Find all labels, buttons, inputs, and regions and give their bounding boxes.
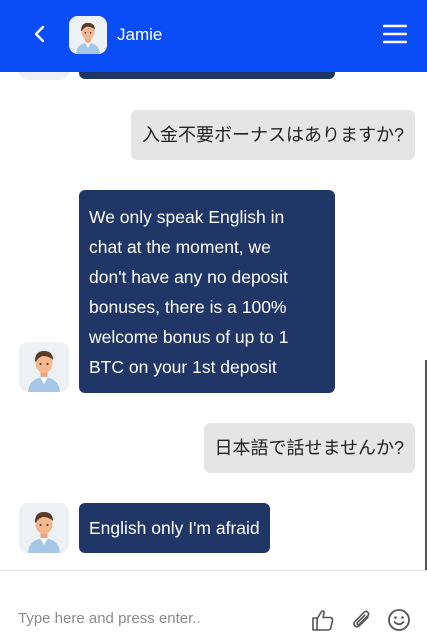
- agent-message-bubble: English only I'm afraid: [79, 503, 270, 553]
- message-line: bonuses, there is a 100%: [89, 297, 287, 317]
- message-line: English only I'm afraid: [89, 518, 260, 538]
- agent-avatar: [19, 72, 69, 80]
- agent-message-bubble: [79, 72, 335, 79]
- agent-message-bubble: We only speak English in chat at the mom…: [79, 190, 335, 393]
- user-message-bubble: 入金不要ボーナスはありますか?: [130, 110, 415, 160]
- agent-avatar: [19, 342, 69, 392]
- agent-avatar: [19, 503, 69, 553]
- message-composer: [0, 570, 427, 638]
- chevron-left-icon[interactable]: [28, 22, 52, 46]
- chat-header: Jamie: [0, 0, 427, 72]
- user-message-bubble: 日本語で話せませんか?: [203, 423, 415, 473]
- message-line: don't have any no deposit: [89, 267, 288, 287]
- message-line: BTC on your 1st deposit: [89, 357, 277, 377]
- message-input[interactable]: [18, 607, 278, 629]
- message-line: welcome bonus of up to 1: [89, 327, 289, 347]
- message-list[interactable]: 入金不要ボーナスはありますか? We only speak English in…: [0, 72, 427, 570]
- agent-name: Jamie: [117, 25, 163, 44]
- message-text: 入金不要ボーナスはありますか?: [141, 125, 404, 145]
- message-line: chat at the moment, we: [89, 237, 271, 257]
- paperclip-icon[interactable]: [349, 607, 375, 633]
- message-text: 日本語で話せませんか?: [214, 438, 404, 458]
- message-line: We only speak English in: [89, 207, 285, 227]
- thumbs-up-icon[interactable]: [310, 607, 336, 633]
- hamburger-menu-icon[interactable]: [382, 24, 408, 44]
- agent-avatar: [69, 16, 107, 54]
- emoji-icon[interactable]: [386, 607, 412, 633]
